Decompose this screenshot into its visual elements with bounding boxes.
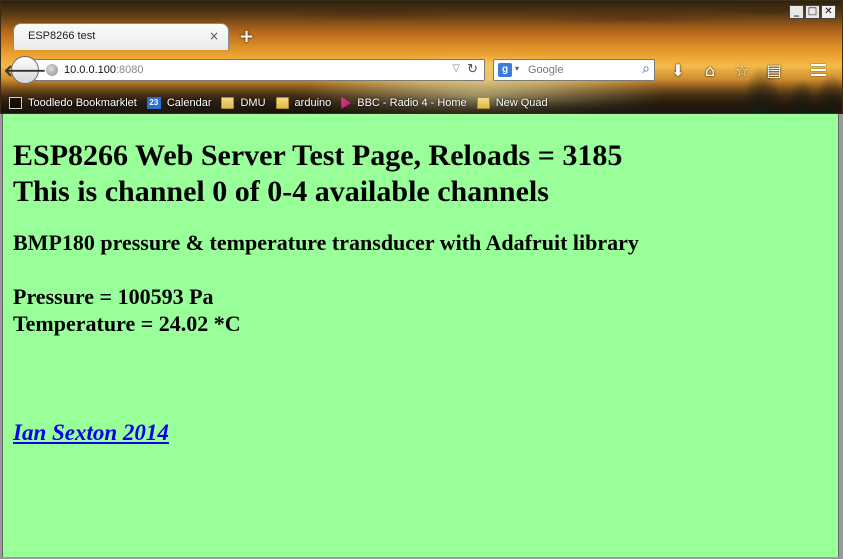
bookmark-bbc-radio4[interactable]: BBC - Radio 4 - Home — [341, 97, 467, 109]
page-icon — [9, 97, 22, 109]
url-bar[interactable]: 10.0.0.100:8080 ▽ ↻ — [33, 59, 485, 81]
tab-close-icon[interactable]: × — [209, 29, 219, 43]
bookmark-folder-new-quad[interactable]: New Quad — [476, 97, 548, 109]
reload-icon[interactable]: ↻ — [467, 62, 478, 77]
window-controls: _ □ ✕ — [789, 5, 836, 19]
download-icon[interactable]: ⬇ — [665, 59, 691, 81]
bookmark-label: New Quad — [495, 97, 548, 109]
sensor-subheading: BMP180 pressure & temperature transducer… — [13, 230, 639, 255]
search-magnifier-icon[interactable]: ⌕ — [642, 61, 650, 77]
folder-icon — [221, 97, 235, 109]
new-tab-button[interactable]: + — [239, 26, 254, 47]
bookmark-label: arduino — [294, 97, 332, 109]
home-icon[interactable]: ⌂ — [697, 59, 723, 81]
bookmark-calendar[interactable]: 23 Calendar — [146, 97, 212, 109]
bookmark-label: DMU — [240, 97, 266, 109]
bbc-radio-icon — [341, 97, 352, 109]
folder-icon — [275, 97, 289, 109]
author-link[interactable]: Ian Sexton 2014 — [13, 420, 169, 446]
bookmark-folder-arduino[interactable]: arduino — [275, 97, 332, 109]
tab-esp8266-test[interactable]: ESP8266 test × — [13, 23, 229, 50]
folder-icon — [476, 97, 490, 109]
bookmark-label: Toodledo Bookmarklet — [28, 97, 137, 109]
minimize-button[interactable]: _ — [789, 5, 804, 19]
browser-chrome: _ □ ✕ ESP8266 test × + 10.0.0.100:8080 ▽… — [0, 0, 843, 114]
maximize-button[interactable]: □ — [805, 5, 820, 19]
bookmark-folder-dmu[interactable]: DMU — [221, 97, 266, 109]
toolbar-icons: ⬇ ⌂ ☆ ▤ — [665, 59, 787, 81]
globe-icon — [46, 64, 58, 76]
bookmark-star-icon[interactable]: ☆ — [729, 59, 755, 81]
google-engine-icon[interactable]: g — [498, 63, 512, 77]
url-port: :8080 — [116, 64, 144, 76]
bookmarks-toolbar: Toodledo Bookmarklet 23 Calendar DMU ard… — [9, 93, 558, 113]
search-engine-dropdown-icon[interactable]: ▾ — [515, 64, 519, 73]
bookmark-label: Calendar — [166, 97, 212, 109]
reader-icon[interactable]: ▤ — [761, 59, 787, 81]
back-arrow-icon: 🡐 — [3, 61, 47, 80]
url-history-dropdown-icon[interactable]: ▽ — [452, 63, 460, 74]
page-heading-channel: This is channel 0 of 0-4 available chann… — [13, 175, 549, 208]
page-heading-reloads: ESP8266 Web Server Test Page, Reloads = … — [13, 139, 623, 172]
hamburger-menu-icon[interactable] — [805, 59, 831, 81]
url-text[interactable]: 10.0.0.100:8080 — [64, 64, 144, 76]
bookmark-label: BBC - Radio 4 - Home — [357, 97, 467, 109]
bookmark-toodledo[interactable]: Toodledo Bookmarklet — [9, 97, 137, 109]
tab-title: ESP8266 test — [28, 30, 96, 42]
back-button[interactable]: 🡐 — [4, 56, 46, 84]
sunset-clouds — [251, 1, 842, 41]
url-host: 10.0.0.100 — [64, 64, 116, 76]
navigation-bar: 10.0.0.100:8080 ▽ ↻ 🡐 g ▾ Google ⌕ ⬇ ⌂ ☆… — [4, 51, 837, 89]
temperature-reading: Temperature = 24.02 *C — [13, 311, 241, 336]
search-bar[interactable]: g ▾ Google ⌕ — [493, 59, 655, 81]
search-placeholder: Google — [528, 64, 564, 76]
pressure-reading: Pressure = 100593 Pa — [13, 284, 214, 309]
close-window-button[interactable]: ✕ — [821, 5, 836, 19]
calendar-icon: 23 — [146, 97, 161, 109]
page-viewport: ESP8266 Web Server Test Page, Reloads = … — [2, 114, 839, 557]
